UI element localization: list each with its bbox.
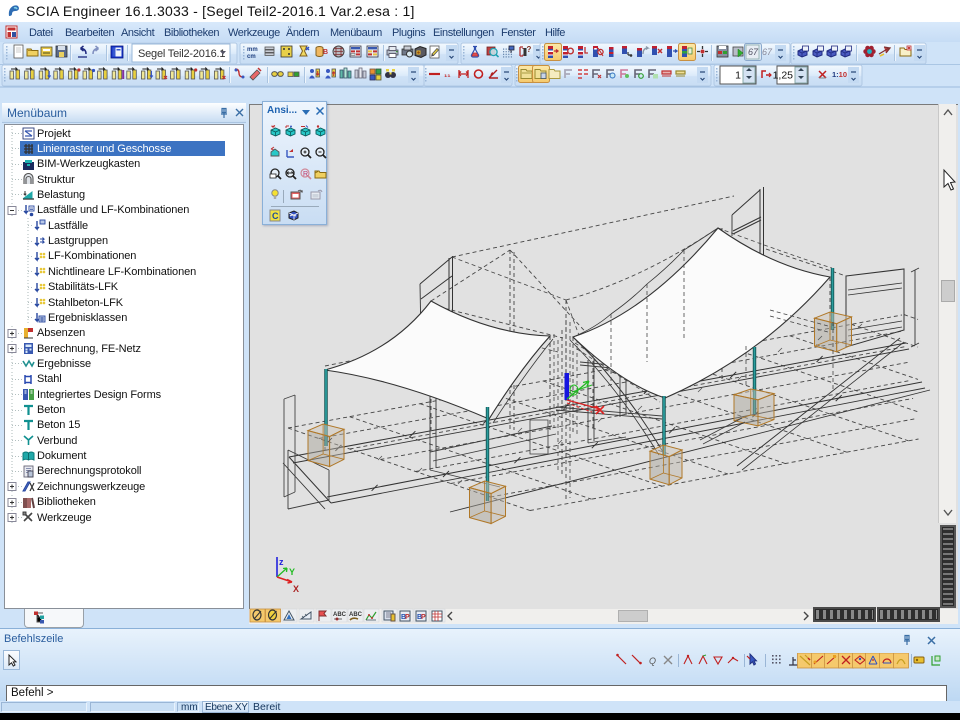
svg-text:P: P <box>405 614 410 621</box>
svg-text:ABC: ABC <box>333 612 347 618</box>
svg-text:ABC: ABC <box>349 612 363 618</box>
svg-text:Y: Y <box>289 567 295 577</box>
svg-text:C: C <box>272 211 279 221</box>
svg-text:X: X <box>293 584 299 594</box>
svg-text:R: R <box>303 171 308 178</box>
svg-text:P: P <box>421 614 426 621</box>
svg-text:z: z <box>279 557 284 567</box>
svg-text:Q: Q <box>649 656 656 666</box>
